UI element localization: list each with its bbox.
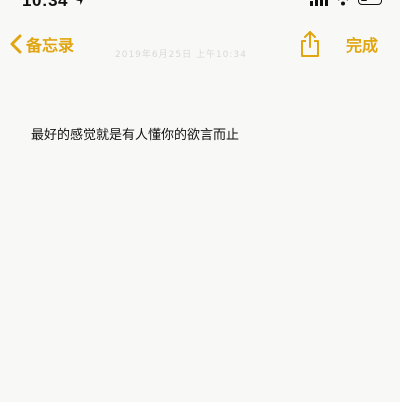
status-time: 10:34 xyxy=(22,0,85,11)
status-icons xyxy=(310,0,382,6)
note-body-text[interactable]: 最好的感觉就是有人懂你的欲言而止 xyxy=(31,124,239,143)
chevron-left-icon xyxy=(10,34,22,54)
status-bar: 10:34 xyxy=(0,0,400,14)
battery-icon xyxy=(358,0,382,5)
cellular-signal-icon xyxy=(310,0,328,6)
status-time-text: 10:34 xyxy=(22,0,68,10)
back-button[interactable]: 备忘录 xyxy=(10,28,74,60)
done-button[interactable]: 完成 xyxy=(346,32,378,56)
location-arrow-icon xyxy=(76,0,83,5)
note-date: 2019年6月25日 上午10:34 xyxy=(115,50,247,60)
nav-bar: 备忘录 2019年6月25日 上午10:34 完成 xyxy=(0,28,400,60)
share-icon xyxy=(301,31,319,57)
back-label: 备忘录 xyxy=(26,36,75,55)
wifi-icon xyxy=(338,0,348,6)
share-button[interactable] xyxy=(298,30,322,58)
